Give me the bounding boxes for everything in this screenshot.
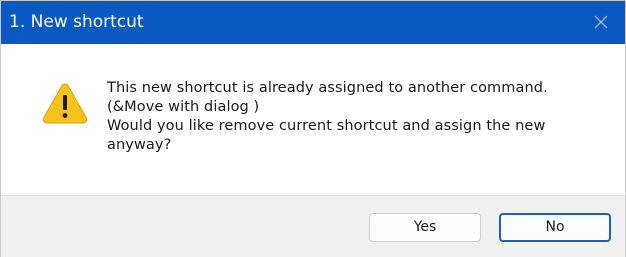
new-shortcut-dialog: 1. New shortcut This new shortcut is alr…	[0, 0, 626, 257]
dialog-title: 1. New shortcut	[9, 12, 144, 32]
message-line: Would you like remove current shortcut a…	[107, 118, 546, 134]
message-line: (&Move with dialog )	[107, 99, 260, 115]
message-text: This new shortcut is already assigned to…	[107, 79, 607, 155]
close-button[interactable]	[579, 1, 625, 44]
message-line: This new shortcut is already assigned to…	[107, 80, 548, 96]
warning-icon	[42, 83, 88, 124]
dialog-content: This new shortcut is already assigned to…	[1, 44, 625, 195]
no-button[interactable]: No	[499, 213, 611, 242]
close-icon	[594, 15, 608, 29]
yes-button[interactable]: Yes	[369, 213, 481, 242]
message-line: anyway?	[107, 137, 172, 153]
button-bar: Yes No	[1, 195, 625, 257]
title-bar[interactable]: 1. New shortcut	[1, 1, 625, 44]
